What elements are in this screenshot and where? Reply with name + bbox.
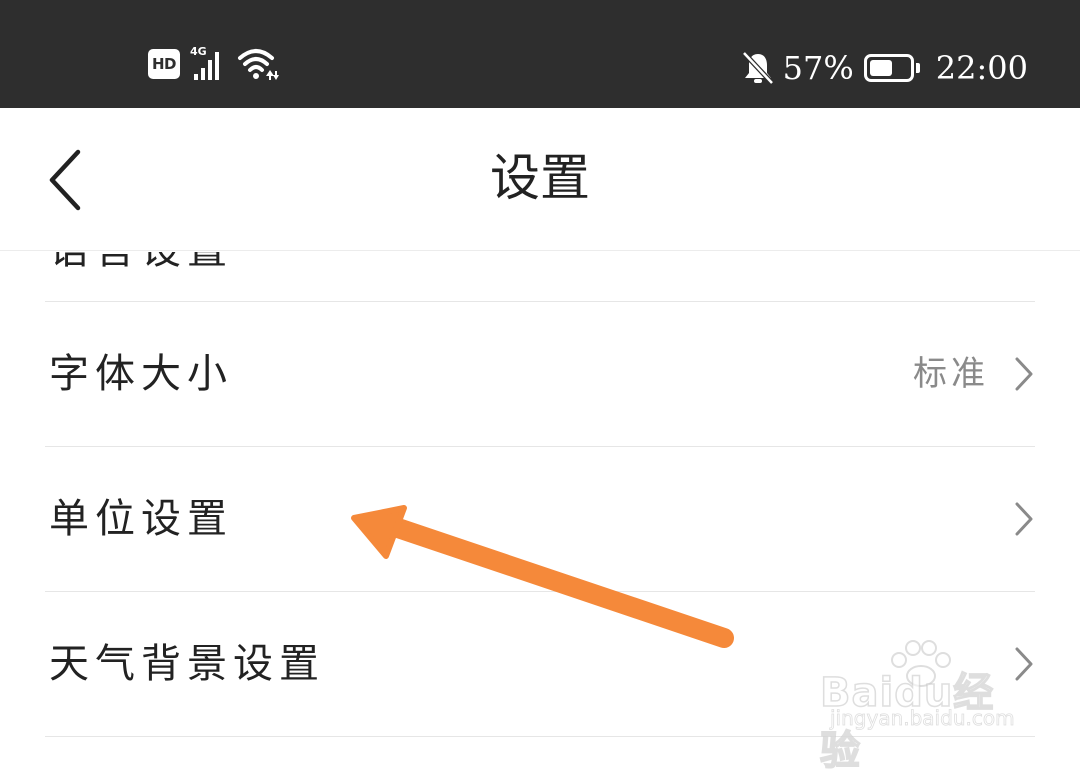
font-size-label: 字体大小 (49, 351, 233, 397)
chevron-right-icon (1015, 357, 1033, 391)
settings-row-unit[interactable]: 单位设置 (45, 447, 1035, 592)
bell-off-icon (741, 50, 775, 86)
settings-row-weather-background[interactable]: 天气背景设置 (45, 592, 1035, 737)
status-left-group: HD 4G (148, 44, 280, 84)
settings-row-partial[interactable]: 语言设置 (45, 252, 1035, 302)
battery-fill (869, 60, 892, 76)
settings-row-partial-label: 语言设置 (49, 252, 233, 274)
font-size-value: 标准 (913, 354, 989, 394)
signal-icon: 4G (190, 46, 226, 82)
battery-tip (915, 63, 920, 73)
page-title: 设置 (490, 149, 590, 207)
battery-percent: 57% (782, 49, 854, 87)
battery-icon (863, 54, 920, 82)
clock: 22:00 (935, 49, 1028, 87)
unit-settings-label: 单位设置 (49, 496, 233, 542)
hd-badge: HD (148, 49, 180, 79)
settings-list: 语言设置 字体大小 标准 单位设置 天气背景设置 (0, 252, 1080, 753)
chevron-right-icon (1015, 502, 1033, 536)
wifi-icon (236, 46, 280, 82)
weather-background-label: 天气背景设置 (49, 641, 325, 687)
settings-row-font-size[interactable]: 字体大小 标准 (45, 302, 1035, 447)
title-bar: 设置 (0, 108, 1080, 251)
status-bar: HD 4G 57% 22:00 (0, 0, 1080, 108)
chevron-right-icon (1015, 647, 1033, 681)
status-right-group: 57% 22:00 (741, 44, 1028, 92)
